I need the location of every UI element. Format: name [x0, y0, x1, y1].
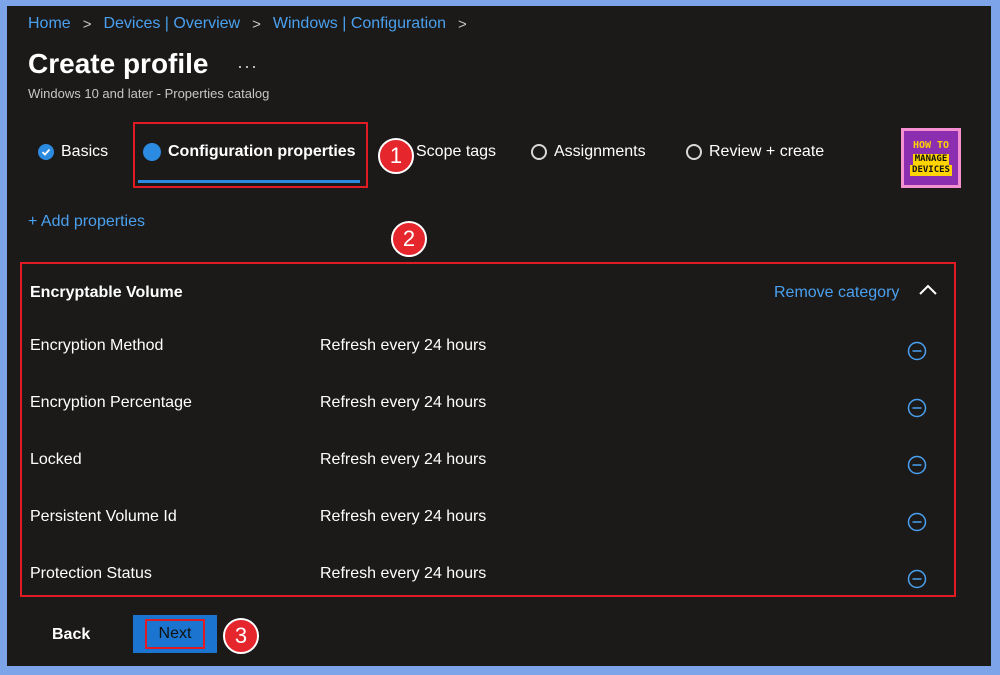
property-name: Encryption Method	[30, 337, 164, 354]
property-value: Refresh every 24 hours	[320, 394, 487, 411]
property-row: Persistent Volume Id Refresh every 24 ho…	[30, 508, 950, 538]
step-badge-3: 3	[223, 618, 259, 654]
wizard-tabs: Basics Configuration properties 1 Scope …	[7, 121, 991, 191]
tab-assignments[interactable]: Assignments	[531, 143, 646, 161]
remove-circle-icon[interactable]	[907, 341, 927, 361]
property-value: Refresh every 24 hours	[320, 451, 487, 468]
step-badge-1: 1	[378, 138, 414, 174]
back-button[interactable]: Back	[52, 626, 90, 644]
page-subtitle: Windows 10 and later - Properties catalo…	[28, 86, 270, 101]
remove-circle-icon[interactable]	[907, 512, 927, 532]
logo-line: HOW TO	[912, 140, 950, 151]
remove-circle-icon[interactable]	[907, 569, 927, 589]
next-button-label: Next	[144, 619, 206, 649]
property-name: Protection Status	[30, 565, 152, 582]
breadcrumb-separator: >	[252, 15, 261, 33]
tab-review-create[interactable]: Review + create	[686, 143, 824, 161]
property-row: Encryption Method Refresh every 24 hours	[30, 337, 950, 367]
tab-label: Assignments	[554, 143, 646, 160]
app-frame: Home > Devices | Overview > Windows | Co…	[7, 6, 991, 666]
logo-line: MANAGE	[912, 154, 950, 165]
property-row: Protection Status Refresh every 24 hours	[30, 565, 950, 595]
chevron-up-icon[interactable]	[918, 282, 938, 298]
breadcrumb: Home > Devices | Overview > Windows | Co…	[28, 15, 479, 33]
remove-circle-icon[interactable]	[907, 455, 927, 475]
breadcrumb-devices-overview[interactable]: Devices | Overview	[103, 15, 240, 33]
highlight-box-tab	[133, 122, 368, 188]
remove-circle-icon[interactable]	[907, 398, 927, 418]
tab-basics[interactable]: Basics	[38, 143, 108, 161]
property-row: Locked Refresh every 24 hours	[30, 451, 950, 481]
tab-label: Basics	[61, 143, 109, 160]
breadcrumb-home[interactable]: Home	[28, 15, 71, 33]
check-circle-icon	[38, 144, 54, 160]
logo-line: DEVICES	[910, 165, 952, 176]
remove-category-link[interactable]: Remove category	[774, 284, 899, 302]
property-name: Persistent Volume Id	[30, 508, 177, 525]
property-value: Refresh every 24 hours	[320, 565, 487, 582]
more-options-button[interactable]: ···	[237, 56, 258, 77]
category-title: Encryptable Volume	[30, 284, 183, 301]
tab-label: Scope tags	[416, 143, 497, 160]
page-title: Create profile	[28, 48, 209, 79]
add-properties-link[interactable]: + Add properties	[28, 213, 145, 231]
property-name: Locked	[30, 451, 82, 468]
breadcrumb-separator: >	[457, 15, 467, 33]
tab-scope-tags[interactable]: Scope tags	[416, 143, 496, 161]
category-panel: Encryptable Volume Remove category Encry…	[20, 262, 956, 597]
property-row: Encryption Percentage Refresh every 24 h…	[30, 394, 950, 424]
tab-label: Review + create	[709, 143, 825, 160]
property-value: Refresh every 24 hours	[320, 337, 487, 354]
how-to-manage-devices-logo: HOW TO MANAGE DEVICES	[901, 128, 961, 188]
breadcrumb-windows-configuration[interactable]: Windows | Configuration	[273, 15, 446, 33]
breadcrumb-separator: >	[82, 15, 92, 33]
step-badge-2: 2	[391, 221, 427, 257]
next-button[interactable]: Next	[133, 615, 217, 653]
empty-circle-icon	[686, 144, 702, 160]
empty-circle-icon	[531, 144, 547, 160]
property-name: Encryption Percentage	[30, 394, 192, 411]
property-value: Refresh every 24 hours	[320, 508, 487, 525]
